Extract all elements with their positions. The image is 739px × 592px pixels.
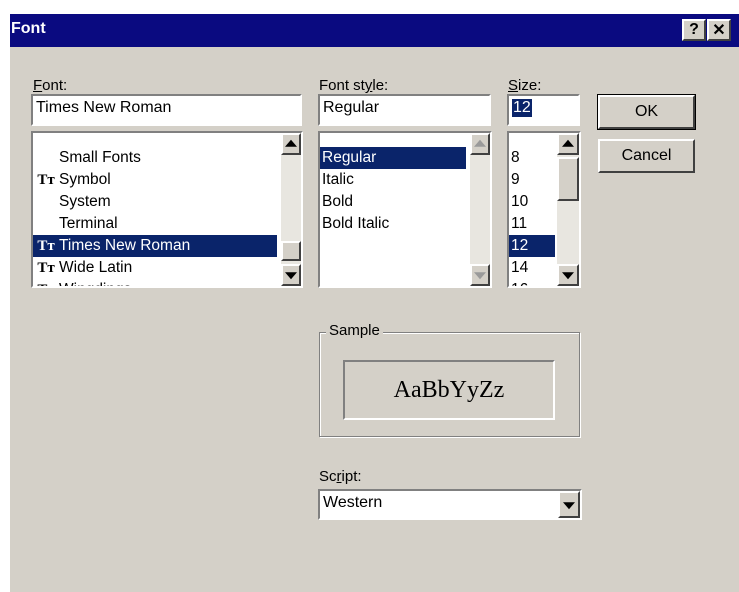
size-list-item-label: 8	[511, 149, 520, 166]
sample-group: Sample AaBbYyZz	[319, 322, 580, 437]
font-list-scrollbar[interactable]	[281, 133, 301, 286]
size-list-item-label: 12	[511, 237, 529, 254]
size-label: Size:	[508, 77, 542, 94]
style-list-item-label: Bold	[322, 193, 354, 210]
font-scroll-up-button[interactable]	[281, 133, 301, 155]
style-list-item-label: Bold Italic	[322, 215, 390, 232]
font-list-item[interactable]: Tт Wide Latin	[33, 257, 277, 279]
font-list-item[interactable]: Small Fonts	[33, 147, 277, 169]
sample-preview: AaBbYyZz	[343, 360, 555, 420]
sample-legend: Sample	[326, 322, 383, 339]
script-dropdown-button[interactable]	[558, 491, 580, 518]
font-list[interactable]: Small Fonts Tт Symbol System Terminal Tт Times…	[31, 131, 303, 288]
font-style-list[interactable]: Regular Italic Bold Bold Italic	[318, 131, 492, 288]
size-scroll-down-button[interactable]	[557, 264, 579, 286]
font-list-item[interactable]: Tт Symbol	[33, 169, 277, 191]
font-style-value: Regular	[323, 99, 380, 116]
truetype-icon: Tт	[37, 172, 55, 188]
size-list-item[interactable]: 8	[509, 147, 555, 169]
chevron-down-icon	[563, 501, 575, 509]
cancel-button[interactable]: Cancel	[598, 139, 695, 173]
size-scroll-up-button[interactable]	[557, 133, 579, 155]
truetype-icon: Tт	[37, 279, 55, 286]
size-list-item[interactable]: 14	[509, 257, 555, 279]
style-scroll-up-button[interactable]	[470, 133, 490, 155]
font-list-item-label: Wingdings	[59, 279, 131, 286]
arrow-down-icon	[285, 272, 297, 280]
style-list-item[interactable]: Bold	[320, 191, 466, 213]
size-list-scrollbar[interactable]	[557, 133, 579, 286]
font-list-item[interactable]: Tт Wingdings	[33, 279, 277, 286]
font-scroll-down-button[interactable]	[281, 264, 301, 286]
font-scroll-thumb[interactable]	[281, 241, 301, 261]
size-list-item[interactable]: 9	[509, 169, 555, 191]
style-list-item[interactable]: Regular	[320, 147, 466, 169]
size-list-item-label: 14	[511, 259, 529, 276]
font-size-list[interactable]: 8 9 10 11 12 14 16	[507, 131, 581, 288]
font-list-item-label: Wide Latin	[59, 259, 133, 276]
help-button[interactable]: ?	[682, 19, 706, 41]
size-list-item[interactable]: 16	[509, 279, 555, 286]
style-scroll-down-button[interactable]	[470, 264, 490, 286]
arrow-down-icon	[562, 272, 574, 280]
font-dialog: Font ? ✕ Font: Times New Roman Small Fon…	[10, 14, 739, 592]
close-button[interactable]: ✕	[707, 19, 731, 41]
style-list-scrollbar[interactable]	[470, 133, 490, 286]
size-list-item-label: 16	[511, 279, 528, 286]
arrow-up-icon	[474, 139, 486, 147]
font-label: Font:	[33, 77, 68, 94]
font-style-input[interactable]: Regular	[318, 94, 491, 126]
font-list-item[interactable]: Tт Times New Roman	[33, 235, 277, 257]
font-list-item-label: Symbol	[59, 171, 111, 188]
size-scroll-thumb[interactable]	[557, 157, 579, 201]
truetype-icon: Tт	[37, 238, 55, 254]
truetype-icon: Tт	[37, 260, 55, 276]
arrow-up-icon	[285, 139, 297, 147]
font-list-item-label: System	[59, 193, 111, 210]
size-list-item[interactable]: 12	[509, 235, 555, 257]
font-size-input[interactable]: 12	[507, 94, 580, 126]
font-list-item-label: Times New Roman	[59, 237, 191, 254]
ok-button[interactable]: OK	[597, 94, 696, 130]
size-list-item-label: 10	[511, 193, 529, 210]
style-list-item-label: Regular	[322, 149, 377, 166]
title-bar[interactable]: Font ? ✕	[10, 14, 739, 47]
font-list-item[interactable]: System	[33, 191, 277, 213]
font-list-item[interactable]: Terminal	[33, 213, 277, 235]
arrow-up-icon	[562, 139, 574, 147]
script-select[interactable]: Western	[318, 489, 582, 520]
style-list-item[interactable]: Bold Italic	[320, 213, 466, 235]
font-name-input[interactable]: Times New Roman	[31, 94, 302, 126]
script-value: Western	[323, 494, 383, 511]
size-list-item-label: 11	[511, 215, 528, 232]
style-list-item-label: Italic	[322, 171, 354, 188]
font-name-value: Times New Roman	[36, 99, 172, 116]
font-size-value: 12	[512, 99, 532, 117]
font-list-item-label: Small Fonts	[59, 149, 141, 166]
script-label: Script:	[319, 468, 362, 485]
size-list-item[interactable]: 11	[509, 213, 555, 235]
window-title: Font	[11, 20, 46, 37]
size-list-item[interactable]: 10	[509, 191, 555, 213]
font-list-item-label: Terminal	[59, 215, 118, 232]
arrow-down-icon	[474, 272, 486, 280]
font-style-label: Font style:	[319, 77, 389, 94]
style-list-item[interactable]: Italic	[320, 169, 466, 191]
size-list-item-label: 9	[511, 171, 520, 188]
